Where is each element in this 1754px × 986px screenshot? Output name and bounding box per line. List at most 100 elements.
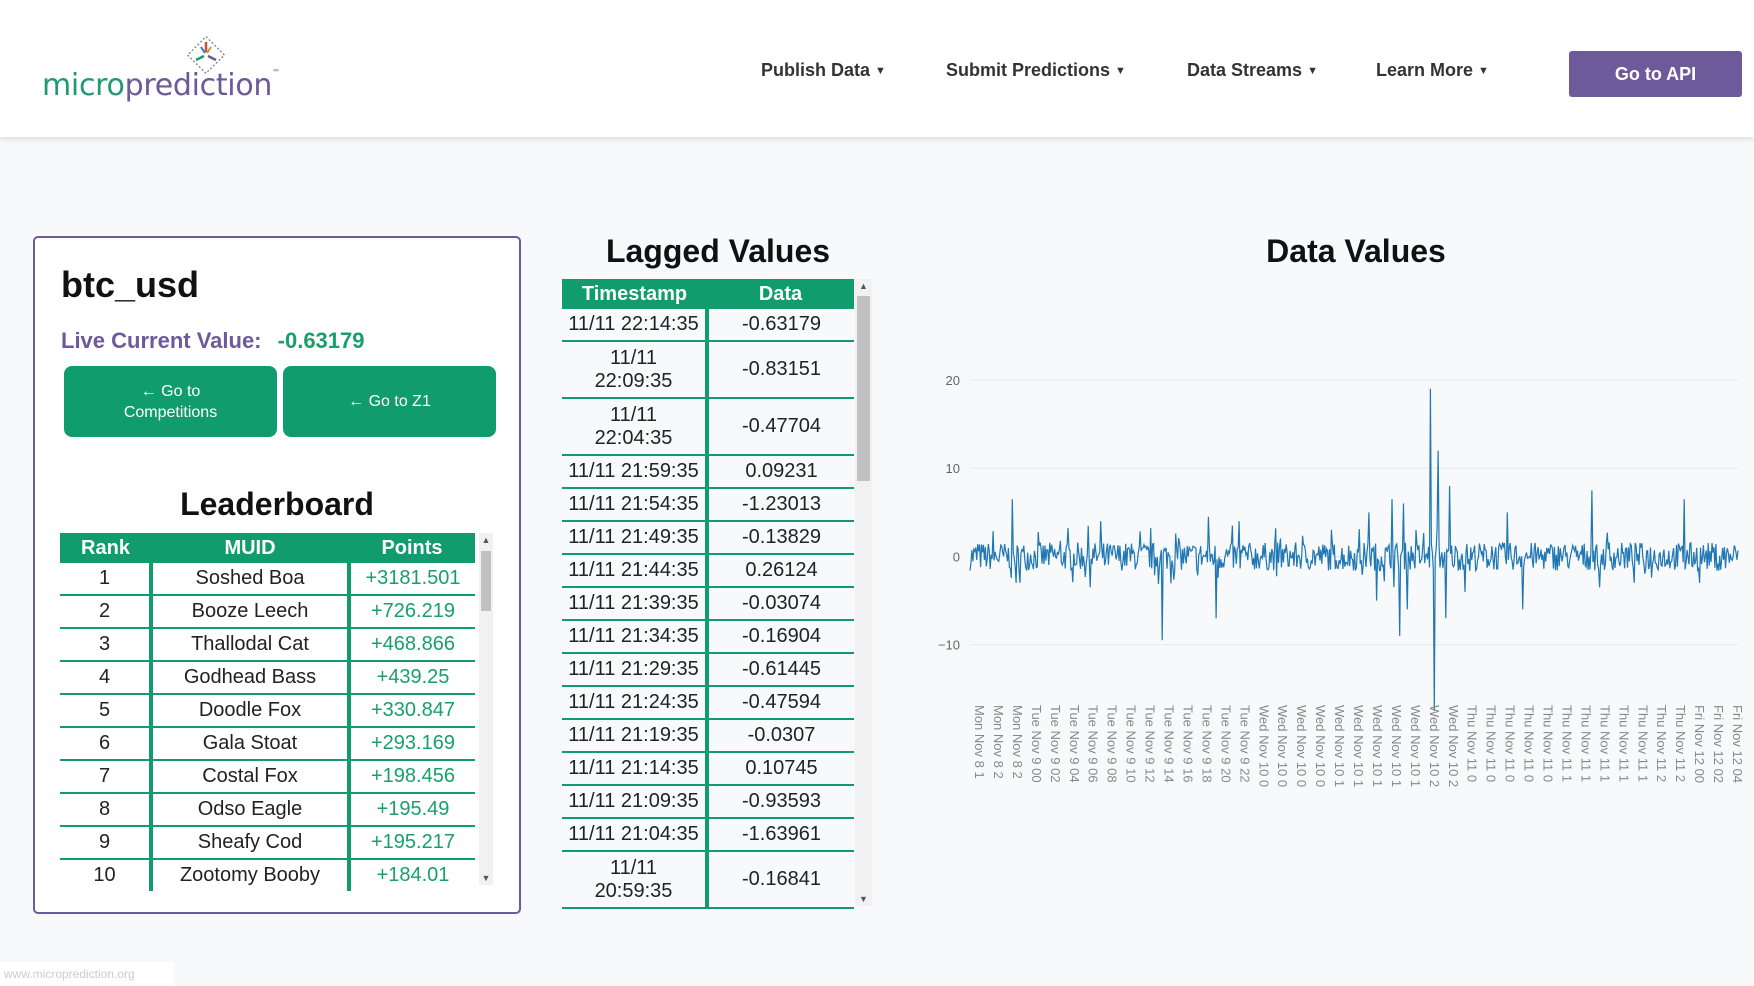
lagged-row[interactable]: 11/11 22:04:35 -0.47704 <box>562 398 854 456</box>
data-cell: -0.83151 <box>707 341 854 399</box>
leaderboard-row[interactable]: 2 Booze Leech +726.219 <box>60 595 475 629</box>
lagged-row[interactable]: 11/11 21:29:35 -0.61445 <box>562 653 854 687</box>
scroll-down-icon[interactable]: ▼ <box>855 892 872 906</box>
lagged-row[interactable]: 11/11 21:44:35 0.26124 <box>562 554 854 588</box>
timestamp-cell: 11/11 21:39:35 <box>562 587 709 621</box>
points-cell: +3181.501 <box>349 563 475 596</box>
lagged-row[interactable]: 11/11 21:54:35 -1.23013 <box>562 488 854 522</box>
lagged-row[interactable]: 11/11 21:09:35 -0.93593 <box>562 785 854 819</box>
leaderboard-row[interactable]: 5 Doodle Fox +330.847 <box>60 694 475 728</box>
leaderboard-title: Leaderboard <box>180 486 374 522</box>
chart-svg[interactable]: 20 10 0 −10 Mon Nov 8 1 Mon Nov 8 2 Mon Nov 8 … <box>930 373 1754 860</box>
lagged-values-scrollbar[interactable]: ▲ ▼ <box>855 279 872 906</box>
lagged-row[interactable]: 11/11 21:19:35 -0.0307 <box>562 719 854 753</box>
data-cell: -0.47704 <box>707 398 854 456</box>
leaderboard-row[interactable]: 3 Thallodal Cat +468.866 <box>60 628 475 662</box>
brand-logo[interactable]: microprediction™ <box>42 36 292 106</box>
x-tick-label: Tue Nov 9 04 <box>1067 705 1082 783</box>
column-header-muid[interactable]: MUID <box>151 533 349 563</box>
points-cell: +293.169 <box>349 727 475 761</box>
nav-data-streams[interactable]: Data Streams ▼ <box>1187 60 1318 81</box>
lagged-row[interactable]: 11/11 20:59:35 -0.16841 <box>562 851 854 909</box>
leaderboard-row[interactable]: 1 Soshed Boa +3181.501 <box>60 563 475 596</box>
data-cell: -0.61445 <box>707 653 854 687</box>
leaderboard-row[interactable]: 9 Sheafy Cod +195.217 <box>60 826 475 860</box>
caret-down-icon: ▼ <box>1307 65 1318 77</box>
lagged-row[interactable]: 11/11 21:49:35 -0.13829 <box>562 521 854 555</box>
y-tick-label: 10 <box>946 461 960 476</box>
leaderboard-row[interactable]: 10 Zootomy Booby +184.01 <box>60 859 475 891</box>
x-tick-label: Fri Nov 12 00 <box>1692 705 1707 783</box>
lagged-row[interactable]: 11/11 21:34:35 -0.16904 <box>562 620 854 654</box>
x-tick-label: Thu Nov 11 1 <box>1616 705 1631 782</box>
points-cell: +439.25 <box>349 661 475 695</box>
data-cell: -0.63179 <box>707 309 854 342</box>
x-tick-label: Tue Nov 9 00 <box>1029 705 1044 783</box>
scroll-thumb[interactable] <box>481 551 491 611</box>
timestamp-cell: 11/11 21:59:35 <box>562 455 709 489</box>
go-to-z1-button[interactable]: ← Go to Z1 <box>283 366 496 437</box>
stream-card: btc_usd Live Current Value: -0.63179 ← G… <box>33 236 521 914</box>
timestamp-date: 11/11 <box>609 346 658 369</box>
x-tick-label: Tue Nov 9 14 <box>1162 705 1177 783</box>
column-header-timestamp[interactable]: Timestamp <box>562 279 707 309</box>
lagged-row[interactable]: 11/11 21:24:35 -0.47594 <box>562 686 854 720</box>
muid-cell: Odso Eagle <box>151 793 351 827</box>
leaderboard-row[interactable]: 7 Costal Fox +198.456 <box>60 760 475 794</box>
leaderboard-row[interactable]: 4 Godhead Bass +439.25 <box>60 661 475 695</box>
x-tick-label: Tue Nov 9 06 <box>1086 705 1101 783</box>
live-value-row: Live Current Value: -0.63179 <box>61 328 365 354</box>
nav-publish-data[interactable]: Publish Data ▼ <box>761 60 886 81</box>
x-tick-label: Wed Nov 10 1 <box>1351 705 1366 787</box>
x-tick-label: Thu Nov 11 0 <box>1541 705 1556 782</box>
timestamp-cell: 11/11 21:54:35 <box>562 488 709 522</box>
scroll-thumb[interactable] <box>857 296 870 481</box>
timestamp-cell: 11/11 21:19:35 <box>562 719 709 753</box>
go-to-z1-label: ← Go to Z1 <box>348 393 431 410</box>
x-tick-label: Tue Nov 9 10 <box>1124 705 1139 783</box>
points-cell: +184.01 <box>376 864 450 886</box>
timestamp-time: 22:04:35 <box>594 426 673 449</box>
scroll-down-icon[interactable]: ▼ <box>479 871 493 885</box>
lagged-header-row: Timestamp Data <box>562 279 854 309</box>
timestamp-date: 11/11 <box>609 856 658 879</box>
points-cell: +330.847 <box>349 694 475 728</box>
timestamp-cell: 11/11 22:09:35 <box>562 341 709 399</box>
x-tick-label: Thu Nov 11 1 <box>1635 705 1650 782</box>
lagged-row[interactable]: 11/11 22:14:35 -0.63179 <box>562 309 854 342</box>
x-tick-label: Wed Nov 10 1 <box>1332 705 1347 787</box>
go-to-competitions-button[interactable]: ← Go to Competitions <box>64 366 277 437</box>
lagged-row[interactable]: 11/11 21:59:35 0.09231 <box>562 455 854 489</box>
lagged-row[interactable]: 11/11 21:14:35 0.10745 <box>562 752 854 786</box>
leaderboard-row[interactable]: 6 Gala Stoat +293.169 <box>60 727 475 761</box>
timestamp-cell: 11/11 22:14:35 <box>562 309 709 342</box>
x-tick-label: Wed Nov 10 0 <box>1294 705 1309 787</box>
timestamp-cell: 11/11 21:09:35 <box>562 785 709 819</box>
nav-submit-predictions[interactable]: Submit Predictions ▼ <box>946 60 1126 81</box>
scroll-up-icon[interactable]: ▲ <box>479 533 493 547</box>
muid-cell: Sheafy Cod <box>151 826 351 860</box>
x-tick-label: Fri Nov 12 04 <box>1730 705 1745 783</box>
rank-cell: 4 <box>60 661 153 695</box>
caret-down-icon: ▼ <box>1478 65 1489 77</box>
column-header-points[interactable]: Points <box>349 533 475 563</box>
column-header-data[interactable]: Data <box>707 279 854 309</box>
x-tick-label: Tue Nov 9 02 <box>1048 705 1063 783</box>
leaderboard-scrollbar[interactable]: ▲ ▼ <box>479 533 493 885</box>
lagged-row[interactable]: 11/11 22:09:35 -0.83151 <box>562 341 854 399</box>
top-navbar: microprediction™ Publish Data ▼ Submit Pr… <box>0 0 1754 137</box>
x-tick-label: Mon Nov 8 1 <box>972 705 987 779</box>
data-values-chart[interactable]: 20 10 0 −10 Mon Nov 8 1 Mon Nov 8 2 Mon Nov 8 … <box>930 373 1754 860</box>
x-tick-label: Wed Nov 10 0 <box>1313 705 1328 787</box>
column-header-rank[interactable]: Rank <box>60 533 151 563</box>
x-tick-label: Wed Nov 10 0 <box>1256 705 1271 787</box>
x-tick-label: Mon Nov 8 2 <box>1010 705 1025 779</box>
go-to-api-button[interactable]: Go to API <box>1569 51 1742 97</box>
lagged-row[interactable]: 11/11 21:04:35 -1.63961 <box>562 818 854 852</box>
nav-learn-more[interactable]: Learn More ▼ <box>1376 60 1489 81</box>
lagged-row[interactable]: 11/11 21:39:35 -0.03074 <box>562 587 854 621</box>
timestamp-cell: 11/11 21:34:35 <box>562 620 709 654</box>
scroll-up-icon[interactable]: ▲ <box>855 279 872 293</box>
leaderboard-row[interactable]: 8 Odso Eagle +195.49 <box>60 793 475 827</box>
timestamp-cell: 11/11 21:49:35 <box>562 521 709 555</box>
